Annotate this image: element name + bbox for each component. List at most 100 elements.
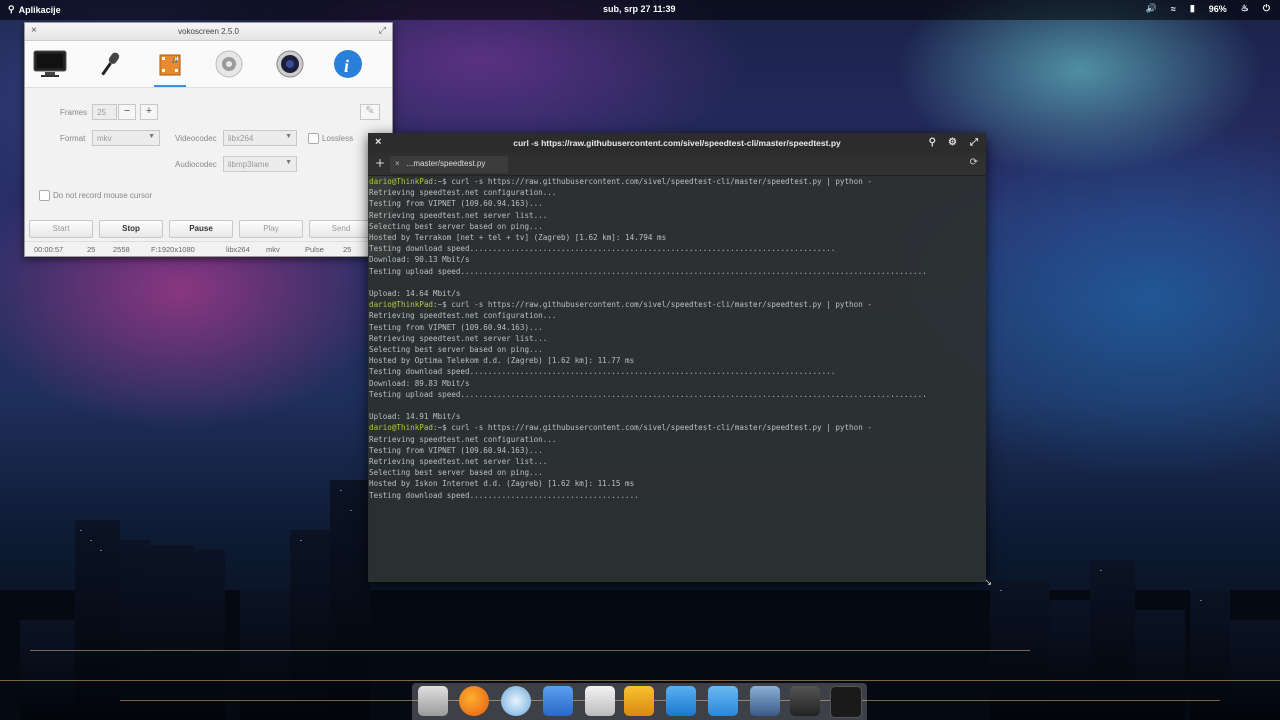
terminal-prompt-line: dario@ThinkPad:~$ curl -s https://raw.gi…	[369, 177, 872, 186]
audiocodec-select[interactable]: libmp3lame ▼	[223, 156, 297, 172]
terminal-output[interactable]: dario@ThinkPad:~$ curl -s https://raw.gi…	[369, 176, 984, 501]
screen-recorder-icon[interactable]	[790, 686, 820, 716]
frames-increment-button[interactable]: +	[140, 104, 158, 120]
terminal-line: Testing from VIPNET (109.60.94.163)...	[369, 445, 543, 455]
terminal-line: Testing download speed..................…	[369, 367, 836, 377]
terminal-line: Testing upload speed....................…	[369, 389, 927, 399]
frames-field[interactable]: 25	[92, 104, 117, 120]
terminal-prompt: dario@ThinkPad	[369, 300, 434, 310]
applications-menu[interactable]: ⚲ Aplikacije	[8, 4, 61, 15]
maximize-icon[interactable]: ⤢	[379, 25, 386, 36]
terminal-prompt-line: dario@ThinkPad:~$ curl -s https://raw.gi…	[369, 300, 872, 309]
pause-button[interactable]: Pause	[169, 220, 233, 238]
status-audio-fps: 25	[343, 245, 352, 254]
terminal-line: Upload: 14.64 Mbit/s	[369, 289, 461, 299]
terminal-titlebar: × curl -s https://raw.githubusercontent.…	[368, 133, 986, 153]
terminal-line: Retrieving speedtest.net configuration..…	[369, 311, 557, 321]
terminal-title: curl -s https://raw.githubusercontent.co…	[513, 138, 841, 148]
terminal-line: Retrieving speedtest.net server list...	[369, 457, 548, 467]
webcam-icon[interactable]	[270, 47, 310, 81]
terminal-command: :~$ curl -s https://raw.githubuserconten…	[433, 423, 872, 433]
terminal-line: Retrieving speedtest.net server list...	[369, 210, 548, 220]
lossless-checkbox[interactable]	[308, 133, 319, 144]
terminal-line: Retrieving speedtest.net server list...	[369, 333, 548, 343]
terminal-line: Selecting best server based on ping...	[369, 345, 543, 355]
lossless-label: Lossless	[322, 134, 354, 143]
svg-text:i: i	[344, 56, 349, 76]
terminal-prompt: dario@ThinkPad	[369, 423, 434, 433]
gear-icon[interactable]: ⚙	[948, 137, 957, 148]
power-icon[interactable]: ⏻	[1263, 3, 1270, 14]
vokoscreen-tabs: ♫ i	[25, 41, 392, 88]
battery-icon[interactable]: ▮	[1190, 3, 1195, 14]
vokoscreen-titlebar: × vokoscreen 2.5.0 ⤢	[25, 23, 392, 41]
terminal-line: Testing from VIPNET (109.60.94.163)...	[369, 199, 543, 209]
volume-icon[interactable]: 🔊	[1146, 3, 1157, 14]
maximize-icon[interactable]: ⤢	[970, 137, 978, 148]
terminal-line: Hosted by Iskon Internet d.d. (Zagreb) […	[369, 479, 635, 489]
terminal-line: Hosted by Terrakom [net + tel + tv] (Zag…	[369, 233, 667, 243]
status-time: 00:00:57	[34, 245, 64, 254]
applications-label: Aplikacije	[18, 4, 61, 15]
mail-icon[interactable]	[501, 686, 531, 716]
firefox-icon[interactable]	[459, 686, 489, 716]
resize-handle-icon[interactable]: ↘	[984, 578, 992, 588]
toggle-settings-icon[interactable]	[708, 686, 738, 716]
status-bar: 00:00:57 25 2558 F:1920x1080 libx264 mkv…	[25, 241, 392, 256]
terminal-command: :~$ curl -s https://raw.githubuserconten…	[433, 300, 872, 310]
terminal-line: Testing upload speed....................…	[369, 266, 927, 276]
vokoscreen-window: × vokoscreen 2.5.0 ⤢ ♫ i Frames 25 − + ✎…	[24, 22, 393, 257]
terminal-line: Testing download speed..................…	[369, 244, 836, 254]
new-tab-icon[interactable]: +	[375, 156, 385, 170]
terminal-tabbar: + × ...master/speedtest.py ⟳	[368, 153, 986, 176]
terminal-prompt-line: dario@ThinkPad:~$ curl -s https://raw.gi…	[369, 423, 872, 432]
play-button[interactable]: Play	[239, 220, 303, 238]
videocodec-select[interactable]: libx264 ▼	[223, 130, 297, 146]
screenshot-icon[interactable]	[750, 686, 780, 716]
calculator-icon[interactable]	[585, 686, 615, 716]
datetime-indicator[interactable]: sub, srp 27 11:39	[603, 4, 676, 14]
screen-icon[interactable]	[30, 47, 70, 81]
chevron-down-icon: ▼	[285, 159, 292, 166]
history-icon[interactable]: ⟳	[970, 157, 978, 168]
video-player-icon[interactable]	[624, 686, 654, 716]
info-icon[interactable]: i	[328, 47, 368, 81]
gear-icon[interactable]	[209, 47, 249, 81]
status-audio: Pulse	[305, 245, 324, 254]
frames-decrement-button[interactable]: −	[118, 104, 136, 120]
status-fps: 25	[87, 245, 96, 254]
stop-button[interactable]: Stop	[99, 220, 163, 238]
start-button[interactable]: Start	[29, 220, 93, 238]
terminal-line: Retrieving speedtest.net configuration..…	[369, 188, 557, 198]
notifications-icon[interactable]: ♨	[1241, 3, 1249, 14]
audiocodec-label: Audiocodec	[175, 160, 217, 169]
document-icon[interactable]	[543, 686, 573, 716]
top-panel: ⚲ Aplikacije sub, srp 27 11:39 🔊 ≈ ▮ 96%…	[0, 0, 1280, 20]
files-icon[interactable]	[418, 686, 448, 716]
mouse-cursor-checkbox[interactable]	[39, 190, 50, 201]
terminal-tab[interactable]: × ...master/speedtest.py	[390, 156, 508, 173]
videocodec-value: libx264	[228, 134, 254, 143]
search-icon[interactable]: ⚲	[929, 137, 936, 148]
terminal-command: :~$ curl -s https://raw.githubuserconten…	[433, 177, 872, 186]
frames-label: Frames	[60, 108, 88, 117]
dock	[412, 683, 867, 720]
microphone-icon[interactable]	[90, 47, 130, 81]
terminal-line: Selecting best server based on ping...	[369, 221, 543, 231]
terminal-line: Download: 90.13 Mbit/s	[369, 255, 470, 265]
terminal-line: Hosted by Optima Telekom d.d. (Zagreb) […	[369, 356, 635, 366]
send-button[interactable]: Send	[309, 220, 373, 238]
status-format: mkv	[266, 245, 280, 254]
chevron-down-icon: ▼	[285, 133, 292, 140]
video-settings-icon[interactable]: ♫	[150, 47, 190, 87]
terminal-line: Upload: 14.91 Mbit/s	[369, 412, 461, 422]
format-select[interactable]: mkv ▼	[92, 130, 160, 146]
terminal-icon[interactable]	[830, 686, 862, 718]
terminal-prompt: dario@ThinkPad	[369, 177, 434, 186]
wifi-icon[interactable]: ≈	[1171, 4, 1176, 14]
toolbar-side-button[interactable]: ✎	[360, 104, 380, 120]
status-frames: 2558	[113, 245, 130, 254]
download-icon[interactable]	[666, 686, 696, 716]
terminal-line: Selecting best server based on ping...	[369, 468, 543, 478]
close-tab-icon[interactable]: ×	[395, 159, 400, 168]
